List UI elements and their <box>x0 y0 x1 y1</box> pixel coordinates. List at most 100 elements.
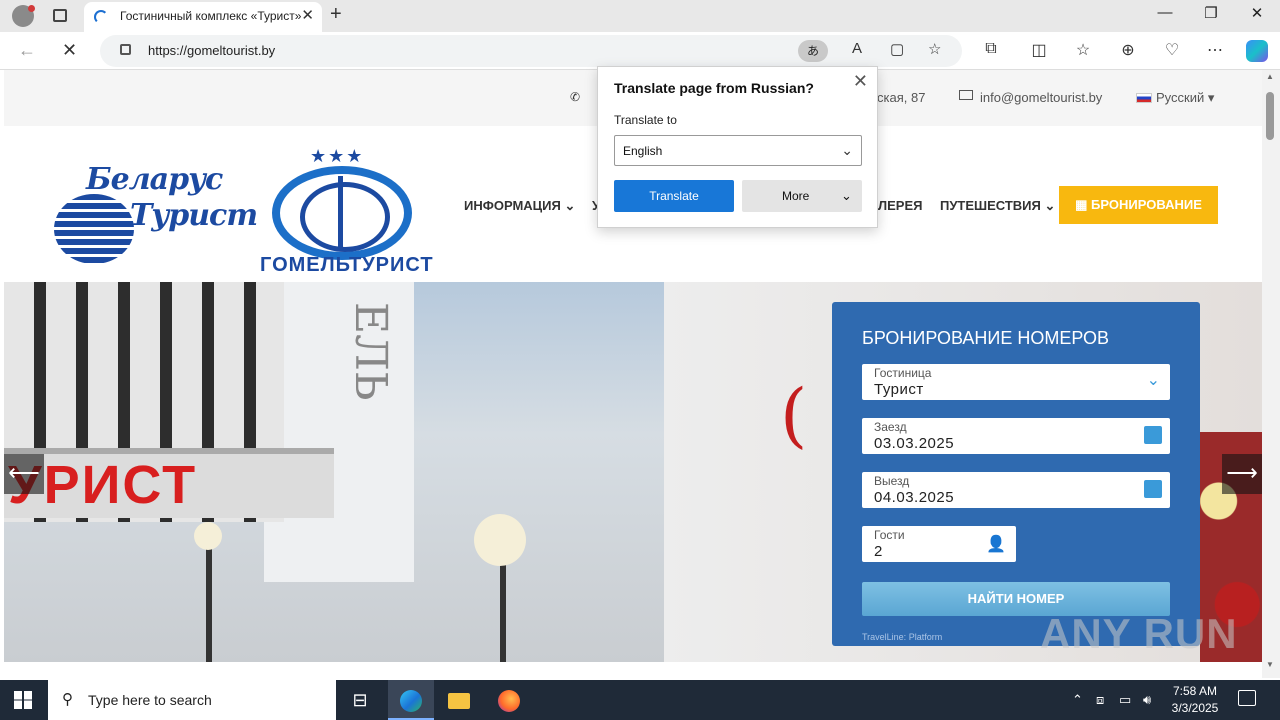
checkin-date-field[interactable]: Заезд 03.03.2025 <box>862 418 1170 454</box>
building-letters: ЕЛЬ <box>345 302 396 401</box>
slider-prev-button[interactable]: ⟵ <box>4 454 44 494</box>
favorite-star-icon[interactable]: ☆ <box>928 40 941 58</box>
lamp-globe <box>194 522 222 550</box>
booking-title: БРОНИРОВАНИЕ НОМЕРОВ <box>862 328 1109 348</box>
clock-time: 7:58 AM <box>1172 684 1218 698</box>
more-button[interactable]: More ⌄ <box>742 180 862 212</box>
address-text: ская, 87 <box>877 90 926 105</box>
tray-device-icon[interactable]: ⧈ <box>1096 692 1104 708</box>
scroll-thumb[interactable] <box>1266 92 1274 140</box>
stop-loading-icon[interactable]: ✕ <box>62 40 77 61</box>
red-logo-mark: ( <box>780 374 808 456</box>
immersive-reader-icon[interactable]: ▢ <box>890 40 904 58</box>
language-selector[interactable]: Русский ▾ <box>1136 90 1214 106</box>
close-icon[interactable]: ✕ <box>853 71 868 92</box>
phone-icon: ✆ <box>570 90 581 104</box>
checkout-value: 04.03.2025 <box>874 489 955 506</box>
volume-icon[interactable]: 🔊︎ <box>1143 692 1151 708</box>
gomeltourist-logo[interactable]: ★★★ ГОМЕЛЬТУРИСТ <box>260 146 433 278</box>
target-language-value: English <box>623 144 663 158</box>
translate-to-label: Translate to <box>614 113 677 127</box>
network-icon[interactable]: ▭ <box>1119 692 1131 708</box>
hotel-label: Гостиница <box>874 366 932 380</box>
page-scrollbar[interactable]: ▲ ▼ <box>1262 70 1280 678</box>
tab-strip: Гостиничный комплекс «Турист» ✕ + — ❐ ✕ <box>0 0 1280 32</box>
powered-by-text[interactable]: TravelLine: Platform <box>862 632 942 642</box>
checkout-date-field[interactable]: Выезд 04.03.2025 <box>862 472 1170 508</box>
russia-flag-icon <box>1136 93 1152 103</box>
checkin-label: Заезд <box>874 420 907 434</box>
close-tab-icon[interactable]: ✕ <box>301 6 314 24</box>
close-window-button[interactable]: ✕ <box>1234 4 1280 22</box>
hotel-select[interactable]: Гостиница Турист ⌄ <box>862 364 1170 400</box>
tab-actions-icon[interactable] <box>53 9 67 22</box>
mail-icon <box>959 90 973 100</box>
split-screen-icon[interactable]: ◫ <box>1027 40 1051 60</box>
guests-value: 2 <box>874 543 883 560</box>
hotel-value: Турист <box>874 381 924 398</box>
guests-field[interactable]: Гости 2 👤 <box>862 526 1016 562</box>
anyrun-watermark: ANY RUN <box>1040 610 1238 657</box>
collections-icon[interactable]: ⊕ <box>1116 40 1140 60</box>
tab-title: Гостиничный комплекс «Турист» <box>120 9 302 23</box>
checkin-value: 03.03.2025 <box>874 435 955 452</box>
person-icon[interactable]: 👤 <box>986 534 1006 554</box>
system-clock[interactable]: 7:58 AM 3/3/2025 <box>1160 683 1230 717</box>
email-link[interactable]: info@gomeltourist.by <box>980 90 1102 105</box>
translate-title: Translate page from Russian? <box>614 80 814 96</box>
menu-gallery[interactable]: ЛЕРЕЯ <box>878 198 922 213</box>
windows-start-icon[interactable] <box>14 691 32 709</box>
tray-expand-icon[interactable]: ⌃ <box>1072 692 1083 708</box>
hotel-photo: ЕЛЬ УРИСТ <box>4 282 664 662</box>
translate-popup: Translate page from Russian? ✕ Translate… <box>597 66 878 228</box>
restore-button[interactable]: ❐ <box>1188 4 1234 22</box>
calendar-icon[interactable] <box>1144 426 1162 444</box>
scroll-up-icon[interactable]: ▲ <box>1266 72 1274 81</box>
search-placeholder: Type here to search <box>88 692 212 708</box>
logo-stars: ★★★ <box>310 146 365 166</box>
settings-more-icon[interactable]: ⋯ <box>1203 40 1227 60</box>
search-icon: ⚲ <box>62 691 73 708</box>
logo-globe-icon <box>272 166 412 260</box>
favorites-icon[interactable]: ☆ <box>1071 40 1095 60</box>
firefox-icon[interactable] <box>486 680 532 720</box>
translate-button[interactable]: Translate <box>614 180 734 212</box>
logo2-name: ГОМЕЛЬТУРИСТ <box>260 254 434 276</box>
booking-button[interactable]: ▦ БРОНИРОВАНИЕ <box>1059 186 1218 224</box>
calendar-icon[interactable] <box>1144 480 1162 498</box>
lamp-post <box>206 537 212 662</box>
address-bar[interactable]: https://gomeltourist.by あ A ▢ ☆ <box>100 35 962 67</box>
notification-dot <box>28 5 35 12</box>
chevron-down-icon[interactable]: ⌄ <box>1147 370 1160 390</box>
guests-label: Гости <box>874 528 905 542</box>
checkout-label: Выезд <box>874 474 910 488</box>
copilot-icon[interactable] <box>1246 40 1268 62</box>
url-text[interactable]: https://gomeltourist.by <box>148 43 275 58</box>
active-tab[interactable]: Гостиничный комплекс «Турист» ✕ <box>84 2 322 32</box>
language-label: Русский <box>1156 90 1205 105</box>
menu-info[interactable]: ИНФОРМАЦИЯ ⌄ <box>464 198 575 214</box>
back-icon[interactable]: ← <box>18 40 36 61</box>
new-tab-button[interactable]: + <box>330 3 342 26</box>
extensions-icon[interactable]: ⧉ <box>979 40 1003 58</box>
read-aloud-icon[interactable]: A <box>852 40 862 57</box>
booking-form: БРОНИРОВАНИЕ НОМЕРОВ Гостиница Турист ⌄ … <box>832 302 1200 646</box>
target-language-select[interactable]: English ⌄ <box>614 135 862 166</box>
taskbar-search[interactable]: ⚲ Type here to search <box>48 680 336 720</box>
performance-icon[interactable]: ♡ <box>1160 40 1184 60</box>
menu-travel[interactable]: ПУТЕШЕСТВИЯ ⌄ <box>940 198 1055 214</box>
belarus-tourist-logo[interactable]: Беларус Турист <box>50 156 258 268</box>
lock-icon[interactable] <box>120 44 131 55</box>
translate-icon[interactable]: あ <box>798 40 828 62</box>
lamp-globe <box>474 514 526 566</box>
file-explorer-icon[interactable] <box>436 680 482 720</box>
edge-taskbar-icon[interactable] <box>388 680 434 720</box>
logo1-line2: Турист <box>130 198 258 233</box>
task-view-icon[interactable]: ⊟ <box>337 680 383 720</box>
scroll-down-icon[interactable]: ▼ <box>1266 660 1274 669</box>
logo1-line1: Беларус <box>86 162 223 197</box>
chevron-down-icon: ⌄ <box>841 142 853 158</box>
slider-next-button[interactable]: ⟶ <box>1222 454 1262 494</box>
notification-icon[interactable] <box>1238 690 1256 706</box>
minimize-button[interactable]: — <box>1142 4 1188 21</box>
